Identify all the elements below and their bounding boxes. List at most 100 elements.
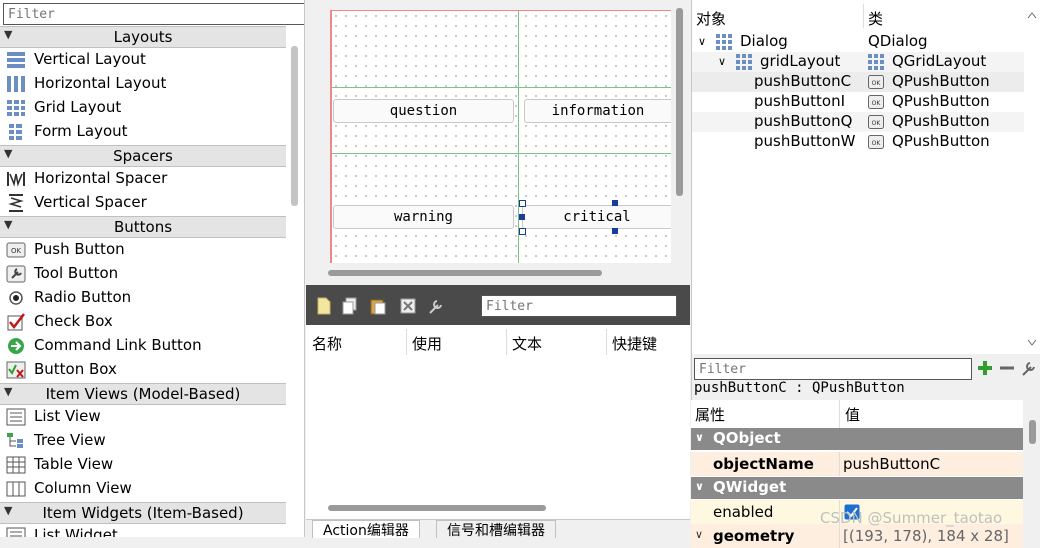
tree-row-dialog[interactable]: ∨ Dialog QDialog (692, 32, 1024, 52)
column-divider (839, 524, 840, 548)
tree-row-pushbuttoni[interactable]: pushButtonI OK QPushButton (692, 92, 1024, 112)
grid-line (331, 87, 671, 88)
resize-handle[interactable] (519, 214, 525, 220)
widget-item-check-box[interactable]: Check Box (0, 310, 286, 334)
critical-button-selected[interactable]: critical (522, 205, 671, 229)
widget-item-grid-layout[interactable]: Grid Layout (0, 96, 286, 120)
property-row-geometry[interactable]: ∨ geometry [(193, 178), 184 x 28] (691, 524, 1023, 548)
copy-action-icon[interactable] (342, 297, 358, 315)
configure-action-icon[interactable] (428, 297, 444, 315)
widget-item-vertical-spacer[interactable]: Vertical Spacer (0, 191, 286, 215)
category-spacers[interactable]: ▼ Spacers (0, 145, 286, 167)
widget-item-form-layout[interactable]: Form Layout (0, 120, 286, 144)
column-divider (506, 329, 507, 355)
column-header-used[interactable]: 使用 (412, 333, 442, 354)
delete-action-icon[interactable] (400, 297, 416, 315)
tab-action-editor[interactable]: Action编辑器 (312, 520, 420, 539)
widget-item-table-view[interactable]: Table View (0, 453, 286, 477)
property-value[interactable]: pushButtonC (843, 455, 940, 473)
resize-handle[interactable] (519, 200, 526, 207)
widget-item-label: Button Box (34, 360, 117, 378)
property-group-qobject[interactable]: ∨ QObject (691, 428, 1023, 450)
list-widget-icon (6, 527, 26, 537)
category-item-views[interactable]: ▼ Item Views (Model-Based) (0, 383, 286, 405)
push-button-icon: OK (868, 135, 884, 149)
svg-text:OK: OK (11, 247, 22, 255)
widget-item-label: Vertical Spacer (34, 193, 147, 211)
expand-arrow-icon: ∨ (718, 55, 727, 68)
category-item-widgets[interactable]: ▼ Item Widgets (Item-Based) (0, 502, 286, 524)
new-action-icon[interactable] (316, 297, 332, 315)
form-horizontal-scrollbar[interactable] (328, 270, 602, 276)
widget-item-tool-button[interactable]: Tool Button (0, 262, 286, 286)
class-name: QPushButton (892, 72, 990, 90)
collapse-arrow-icon: ∨ (695, 480, 704, 493)
svg-text:OK: OK (872, 100, 882, 107)
widget-item-list-view[interactable]: List View (0, 405, 286, 429)
resize-handle[interactable] (612, 200, 618, 206)
widget-item-label: Grid Layout (34, 98, 122, 116)
table-view-icon (6, 456, 26, 474)
column-header-property[interactable]: 属性 (695, 404, 725, 425)
object-inspector-scrollbar[interactable] (1026, 4, 1038, 348)
push-button-icon: OK (868, 95, 884, 109)
configure-property-icon[interactable] (1020, 359, 1038, 377)
add-dynamic-property-icon[interactable] (976, 359, 994, 377)
information-button[interactable]: information (524, 99, 671, 123)
property-row-objectname[interactable]: objectName pushButtonC (691, 452, 1023, 476)
grid-line (331, 153, 671, 154)
widget-item-label: Command Link Button (34, 336, 202, 354)
tree-row-pushbuttonw[interactable]: pushButtonW OK QPushButton (692, 132, 1024, 152)
tree-row-pushbuttonc[interactable]: pushButtonC OK QPushButton (692, 72, 1024, 92)
action-horizontal-scrollbar[interactable] (328, 505, 546, 511)
widget-item-horizontal-spacer[interactable]: Horizontal Spacer (0, 167, 286, 191)
column-header-shortcut[interactable]: 快捷键 (612, 333, 657, 354)
grid-layout-icon (716, 34, 732, 50)
category-layouts[interactable]: ▼ Layouts (0, 26, 286, 48)
widget-item-push-button[interactable]: OK Push Button (0, 238, 286, 262)
warning-button[interactable]: warning (333, 205, 514, 229)
remove-dynamic-property-icon[interactable] (998, 359, 1016, 377)
widget-item-horizontal-layout[interactable]: Horizontal Layout (0, 72, 286, 96)
column-header-value[interactable]: 值 (845, 404, 860, 425)
column-divider (839, 400, 840, 428)
paste-action-icon[interactable] (370, 297, 386, 315)
resize-handle[interactable] (612, 228, 618, 234)
grid-layout-icon (868, 54, 884, 70)
property-editor-scrollbar[interactable] (1029, 420, 1036, 444)
resize-handle[interactable] (519, 228, 526, 235)
widget-filter-input[interactable] (3, 3, 304, 25)
widget-item-vertical-layout[interactable]: Vertical Layout (0, 48, 286, 72)
widget-item-column-view[interactable]: Column View (0, 477, 286, 501)
form-vertical-scrollbar[interactable] (676, 8, 683, 196)
property-group-qwidget[interactable]: ∨ QWidget (691, 477, 1023, 499)
watermark-text: CSDN @Summer_taotao (820, 509, 1003, 527)
widget-item-command-link-button[interactable]: Command Link Button (0, 334, 286, 358)
widget-item-button-box[interactable]: Button Box (0, 358, 286, 382)
category-buttons[interactable]: ▼ Buttons (0, 216, 286, 238)
object-name: gridLayout (760, 52, 841, 70)
dialog-form-canvas[interactable]: question information warning critical (330, 10, 671, 263)
column-header-class[interactable]: 类 (868, 8, 883, 29)
widget-item-label: Form Layout (34, 122, 128, 140)
grid-layout-icon (736, 54, 752, 70)
tree-row-gridlayout[interactable]: ∨ gridLayout QGridLayout (692, 52, 1024, 72)
push-button-icon: OK (868, 75, 884, 89)
tree-row-pushbuttonq[interactable]: pushButtonQ OK QPushButton (692, 112, 1024, 132)
tree-view-icon (7, 433, 23, 448)
push-button-icon: OK (868, 115, 884, 129)
widget-item-tree-view[interactable]: Tree View (0, 429, 286, 453)
column-header-name[interactable]: 名称 (312, 333, 342, 354)
widget-item-list-widget[interactable]: List Widget (0, 524, 286, 537)
property-filter-input[interactable] (694, 358, 972, 380)
group-label: QWidget (713, 478, 787, 496)
question-button[interactable]: question (333, 99, 514, 123)
tab-signal-slot-editor[interactable]: 信号和槽编辑器 (436, 520, 556, 539)
bottom-tab-bar: Action编辑器 信号和槽编辑器 (306, 519, 690, 539)
widget-box-scrollbar[interactable] (291, 46, 298, 206)
widget-item-radio-button[interactable]: Radio Button (0, 286, 286, 310)
action-filter-input[interactable] (481, 295, 677, 317)
column-header-object[interactable]: 对象 (696, 8, 726, 29)
column-header-text[interactable]: 文本 (512, 333, 542, 354)
category-label: Spacers (113, 147, 173, 165)
